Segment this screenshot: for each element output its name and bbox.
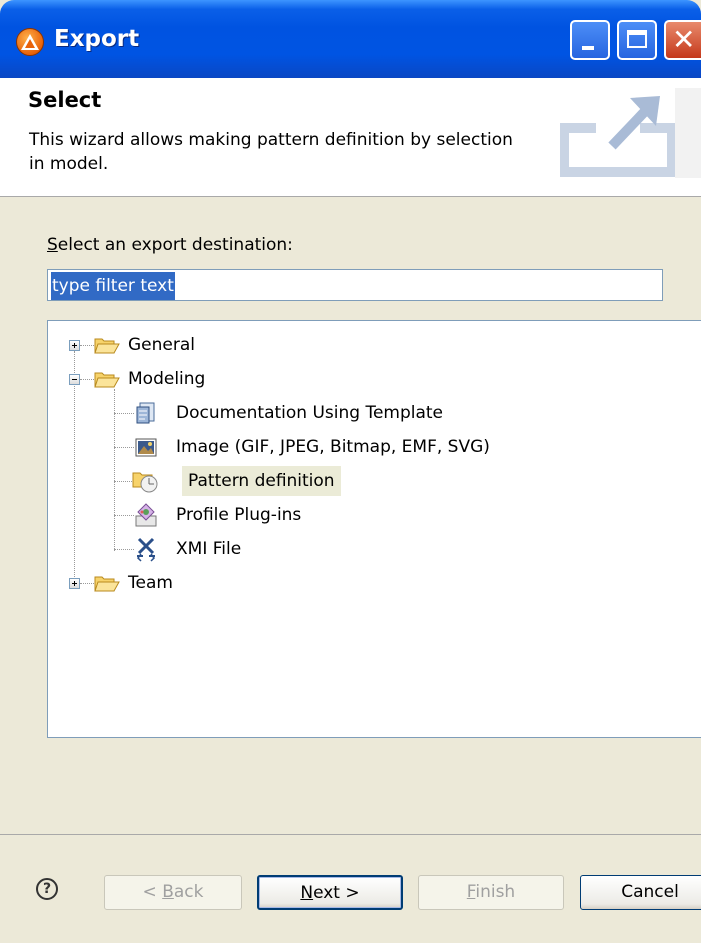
close-button[interactable]: ✕ xyxy=(664,20,701,60)
destination-label: Select an export destination: xyxy=(47,235,293,255)
export-dialog: Export ✕ Select This wizard allows makin… xyxy=(0,0,701,943)
xmi-file-icon xyxy=(137,537,155,562)
expand-icon[interactable] xyxy=(69,578,80,589)
close-icon: ✕ xyxy=(672,23,696,56)
cancel-button[interactable]: Cancel xyxy=(580,875,701,910)
image-icon xyxy=(135,438,157,457)
profile-plugin-icon xyxy=(135,503,157,527)
next-button[interactable]: Next > xyxy=(257,875,403,910)
tree-item-general[interactable]: General xyxy=(48,330,648,360)
app-logo-icon xyxy=(16,28,44,56)
document-template-icon xyxy=(136,402,155,424)
tree-item-modeling[interactable]: Modeling xyxy=(48,364,648,394)
tree-item-team[interactable]: Team xyxy=(48,568,648,598)
tree-item-profile-plugins[interactable]: Profile Plug-ins xyxy=(48,500,698,530)
tree-item-xmi-file[interactable]: XMI File xyxy=(48,534,698,564)
filter-input[interactable]: type filter text xyxy=(47,269,663,301)
collapse-icon[interactable] xyxy=(69,374,80,385)
footer-divider xyxy=(0,834,701,835)
destination-tree[interactable]: General Modeling Documentation Using Tem… xyxy=(47,320,701,738)
finish-button[interactable]: Finish xyxy=(418,875,564,910)
filter-text: type filter text xyxy=(51,272,175,300)
tree-item-pattern-definition[interactable]: Pattern definition xyxy=(48,466,698,496)
expand-icon[interactable] xyxy=(69,340,80,351)
minimize-button[interactable] xyxy=(570,20,610,60)
maximize-button[interactable] xyxy=(617,20,657,60)
title-bar[interactable]: Export ✕ xyxy=(0,0,701,78)
export-banner-icon xyxy=(559,88,701,182)
tree-item-documentation-template[interactable]: Documentation Using Template xyxy=(48,398,698,428)
back-button[interactable]: < Back xyxy=(104,875,242,910)
pattern-icon xyxy=(132,472,158,493)
page-title: Select xyxy=(28,88,102,112)
folder-icon xyxy=(94,372,120,388)
folder-icon xyxy=(94,576,120,592)
help-icon[interactable]: ? xyxy=(36,878,58,900)
window-title: Export xyxy=(54,26,140,52)
folder-icon xyxy=(94,338,120,354)
tree-item-image[interactable]: Image (GIF, JPEG, Bitmap, EMF, SVG) xyxy=(48,432,698,462)
page-description: This wizard allows making pattern defini… xyxy=(29,130,513,174)
